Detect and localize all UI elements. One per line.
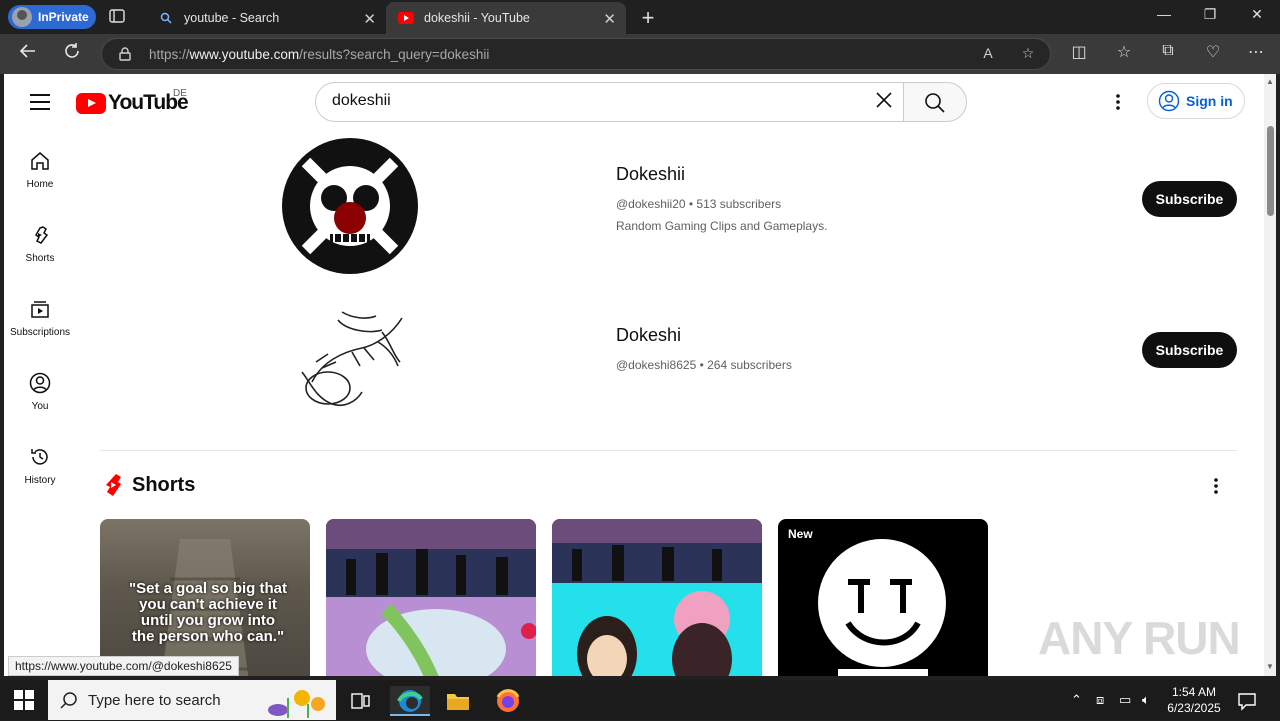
tab-actions-icon[interactable] xyxy=(108,7,130,27)
task-view-icon[interactable] xyxy=(340,686,380,716)
system-clock[interactable]: 1:54 AM 6/23/2025 xyxy=(1156,684,1232,716)
favorites-icon[interactable]: ☆ xyxy=(1112,42,1136,66)
section-divider xyxy=(100,450,1237,451)
tab-youtube-search[interactable]: youtube - Search ✕ xyxy=(146,2,386,34)
collections-icon[interactable]: ⧉ xyxy=(1156,42,1180,66)
sign-in-button[interactable]: Sign in xyxy=(1147,83,1245,119)
search-button[interactable] xyxy=(903,82,967,122)
windows-taskbar: Type here to search ⌃ ⧈ ▭ 🔈︎ 1:54 AM 6/2… xyxy=(0,680,1280,720)
tab-title: dokeshii - YouTube xyxy=(424,11,530,25)
channel-name[interactable]: Dokeshii xyxy=(616,164,685,185)
search-icon xyxy=(925,93,945,113)
shorts-heading: Shorts xyxy=(132,474,196,496)
country-code: DE xyxy=(173,88,187,99)
channel-avatar[interactable] xyxy=(282,292,418,428)
you-icon xyxy=(29,372,51,394)
youtube-play-icon xyxy=(76,92,106,114)
short-video-card[interactable] xyxy=(326,519,536,676)
url-text: https://www.youtube.com/results?search_q… xyxy=(149,47,490,62)
tray-chevron-icon[interactable]: ⌃ xyxy=(1071,692,1082,708)
sidebar-item-subscriptions[interactable]: Subscriptions xyxy=(4,298,76,358)
inprivate-badge[interactable]: InPrivate xyxy=(8,5,96,29)
short-overlay-text: "Set a goal so big that you can't achiev… xyxy=(129,580,287,645)
youtube-page: YouTube DE Sign in Home Shorts Subscript… xyxy=(4,74,1276,676)
sidebar-item-you[interactable]: You xyxy=(4,372,76,432)
address-bar[interactable]: https://www.youtube.com/results?search_q… xyxy=(101,38,1051,70)
notifications-icon[interactable] xyxy=(1232,686,1262,716)
tray-device-icon[interactable]: ⧈ xyxy=(1096,692,1104,708)
browser-toolbar: https://www.youtube.com/results?search_q… xyxy=(0,34,1280,74)
home-icon xyxy=(31,152,49,170)
youtube-favicon-icon xyxy=(398,10,414,26)
anyrun-watermark: ANY RUN xyxy=(1038,612,1241,664)
back-icon[interactable] xyxy=(15,42,41,66)
search-input[interactable] xyxy=(332,92,852,110)
search-favicon-icon xyxy=(158,10,174,26)
settings-kebab-icon[interactable] xyxy=(1108,90,1128,114)
scrollbar-thumb[interactable] xyxy=(1267,126,1274,216)
clear-search-icon[interactable] xyxy=(874,90,898,114)
scroll-up-icon[interactable]: ▲ xyxy=(1266,77,1274,86)
new-badge: New xyxy=(784,525,817,543)
sidebar-item-shorts[interactable]: Shorts xyxy=(4,224,76,284)
account-icon xyxy=(1158,90,1180,112)
sign-in-label: Sign in xyxy=(1186,93,1233,109)
split-screen-icon[interactable]: ◫ xyxy=(1067,42,1091,66)
minimize-icon[interactable]: — xyxy=(1144,6,1184,22)
short-video-card[interactable]: "Set a goal so big that you can't achiev… xyxy=(100,519,310,676)
channel-name[interactable]: Dokeshi xyxy=(616,325,681,346)
taskbar-search-placeholder: Type here to search xyxy=(88,692,221,709)
link-status-bar: https://www.youtube.com/@dokeshi8625 xyxy=(8,656,239,676)
search-box[interactable] xyxy=(315,82,904,122)
restore-icon[interactable]: ❐ xyxy=(1190,6,1230,23)
volume-icon[interactable]: 🔈︎ xyxy=(1142,692,1150,708)
taskbar-search-box[interactable]: Type here to search xyxy=(48,680,336,720)
settings-more-icon[interactable]: ⋯ xyxy=(1244,42,1268,66)
youtube-logo[interactable]: YouTube DE xyxy=(76,88,189,114)
menu-icon[interactable] xyxy=(30,94,50,110)
short-video-card[interactable]: New xyxy=(778,519,988,676)
channel-result[interactable]: Dokeshi @dokeshi8625 • 264 subscribers S… xyxy=(100,292,1240,442)
subscribe-button[interactable]: Subscribe xyxy=(1142,181,1237,217)
browser-essentials-icon[interactable]: ♡ xyxy=(1201,42,1225,66)
shorts-logo-icon xyxy=(106,474,121,496)
firefox-icon[interactable] xyxy=(488,686,528,716)
file-explorer-icon[interactable] xyxy=(438,686,478,716)
lock-icon[interactable] xyxy=(118,47,132,61)
history-icon xyxy=(31,449,48,465)
channel-description: Random Gaming Clips and Gameplays. xyxy=(616,219,828,233)
subscriptions-icon xyxy=(31,301,49,318)
page-scrollbar[interactable]: ▲ ▼ xyxy=(1264,74,1276,676)
clock-date: 6/23/2025 xyxy=(1167,701,1221,715)
search-icon xyxy=(60,692,77,709)
channel-result[interactable]: Dokeshii @dokeshii20 • 513 subscribers R… xyxy=(100,138,1240,288)
inprivate-label: InPrivate xyxy=(38,10,89,24)
new-tab-icon[interactable]: + xyxy=(636,5,660,31)
tab-close-icon[interactable]: ✕ xyxy=(603,10,616,28)
short-video-card[interactable] xyxy=(552,519,762,676)
profile-avatar xyxy=(12,7,32,27)
browser-tab-bar: InPrivate youtube - Search ✕ dokeshii - … xyxy=(0,0,1280,34)
favorite-star-icon[interactable]: ☆ xyxy=(1018,45,1038,65)
network-icon[interactable]: ▭ xyxy=(1119,692,1131,708)
channel-handle-subscribers: @dokeshii20 • 513 subscribers xyxy=(616,197,782,211)
window-close-icon[interactable]: ✕ xyxy=(1237,6,1277,23)
subscribe-button[interactable]: Subscribe xyxy=(1142,332,1237,368)
clock-time: 1:54 AM xyxy=(1171,685,1217,699)
tab-close-icon[interactable]: ✕ xyxy=(363,10,376,28)
read-aloud-icon[interactable]: A xyxy=(978,45,998,65)
search-highlight-flowers-icon xyxy=(268,690,325,718)
refresh-icon[interactable] xyxy=(59,42,85,66)
edge-taskbar-icon[interactable] xyxy=(390,686,430,716)
channel-avatar[interactable] xyxy=(282,138,418,274)
channel-handle-subscribers: @dokeshi8625 • 264 subscribers xyxy=(616,358,792,372)
shorts-icon xyxy=(35,226,49,244)
shorts-menu-icon[interactable] xyxy=(1206,476,1226,496)
tab-title: youtube - Search xyxy=(184,11,280,25)
sidebar-item-history[interactable]: History xyxy=(4,446,76,506)
windows-start-icon[interactable] xyxy=(14,690,34,710)
sidebar-item-home[interactable]: Home xyxy=(4,150,76,210)
tab-dokeshii-youtube[interactable]: dokeshii - YouTube ✕ xyxy=(386,2,626,34)
scroll-down-icon[interactable]: ▼ xyxy=(1266,662,1274,671)
